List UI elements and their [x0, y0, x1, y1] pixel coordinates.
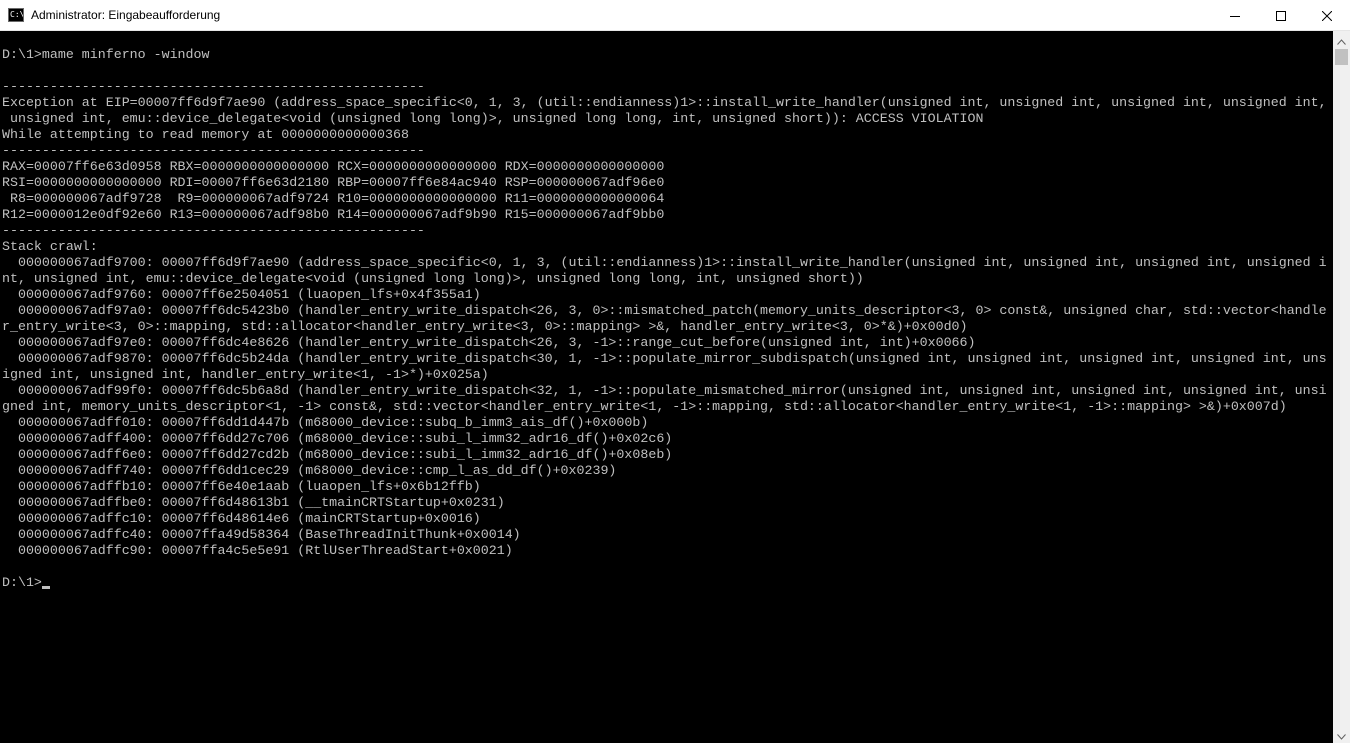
scroll-up-arrow-icon — [1337, 30, 1346, 49]
prompt-line[interactable]: D:\1> — [0, 575, 1333, 591]
console-line: Stack crawl: — [2, 239, 98, 254]
console-line: r_entry_write<3, 0>::mapping, std::alloc… — [2, 319, 968, 334]
close-button[interactable] — [1304, 0, 1350, 31]
console-line: 000000067adffbe0: 00007ff6d48613b1 (__tm… — [2, 495, 505, 510]
scroll-down-arrow-icon — [1337, 725, 1346, 744]
console-line: R12=0000012e0df92e60 R13=000000067adf98b… — [2, 207, 665, 222]
console-line: RAX=00007ff6e63d0958 RBX=000000000000000… — [2, 159, 665, 174]
console-line: 000000067adff010: 00007ff6dd1d447b (m680… — [2, 415, 649, 430]
console-line: ----------------------------------------… — [2, 223, 425, 238]
console-line: 000000067adffc10: 00007ff6d48614e6 (main… — [2, 511, 481, 526]
cmd-console-icon[interactable]: C:\ — [8, 8, 24, 22]
window-title: Administrator: Eingabeaufforderung — [31, 8, 221, 22]
console-output[interactable]: D:\1>mame minferno -window --------------… — [0, 31, 1333, 743]
vertical-scrollbar[interactable] — [1333, 31, 1350, 743]
title-bar[interactable]: C:\ Administrator: Eingabeaufforderung — [0, 0, 1350, 31]
console-line: ----------------------------------------… — [2, 79, 425, 94]
cmd-console-icon-label: C:\ — [10, 10, 24, 19]
console-line: R8=000000067adf9728 R9=000000067adf9724 … — [2, 191, 665, 206]
scrollbar-thumb[interactable] — [1335, 49, 1348, 65]
console-line: 000000067adf9700: 00007ff6d9f7ae90 (addr… — [2, 255, 1327, 270]
minimize-icon — [1230, 6, 1240, 25]
scroll-up-button[interactable] — [1333, 31, 1350, 48]
console-line: gned int, memory_units_descriptor<1, -1>… — [2, 399, 1287, 414]
console-line: 000000067adffc40: 00007ffa49d58364 (Base… — [2, 527, 521, 542]
command-prompt: D:\1> — [2, 575, 42, 590]
console-line: 000000067adf9760: 00007ff6e2504051 (luao… — [2, 287, 481, 302]
console-line: While attempting to read memory at 00000… — [2, 127, 409, 142]
maximize-button[interactable] — [1258, 0, 1304, 31]
close-icon — [1321, 6, 1333, 25]
minimize-button[interactable] — [1212, 0, 1258, 31]
text-cursor — [41, 586, 50, 589]
console-window: C:\ Administrator: Eingabeaufforderung D… — [0, 0, 1350, 743]
console-line: ----------------------------------------… — [2, 143, 425, 158]
console-line: 000000067adff400: 00007ff6dd27c706 (m680… — [2, 431, 673, 446]
console-line: 000000067adff740: 00007ff6dd1cec29 (m680… — [2, 463, 617, 478]
scroll-down-button[interactable] — [1333, 726, 1350, 743]
console-line: D:\1>mame minferno -window — [2, 47, 210, 62]
console-line: unsigned int, emu::device_delegate<void … — [2, 111, 984, 126]
console-line: RSI=0000000000000000 RDI=00007ff6e63d218… — [2, 175, 665, 190]
console-line: 000000067adff6e0: 00007ff6dd27cd2b (m680… — [2, 447, 673, 462]
console-line: igned int, unsigned int, handler_entry_w… — [2, 367, 489, 382]
maximize-icon — [1276, 6, 1286, 25]
console-line: Exception at EIP=00007ff6d9f7ae90 (addre… — [2, 95, 1327, 110]
console-line: 000000067adf97e0: 00007ff6dc4e8626 (hand… — [2, 335, 976, 350]
console-line: 000000067adf99f0: 00007ff6dc5b6a8d (hand… — [2, 383, 1327, 398]
console-line: 000000067adffc90: 00007ffa4c5e5e91 (RtlU… — [2, 543, 513, 558]
console-line: nt, unsigned int, emu::device_delegate<v… — [2, 271, 864, 286]
console-line: 000000067adf97a0: 00007ff6dc5423b0 (hand… — [2, 303, 1327, 318]
console-line: 000000067adffb10: 00007ff6e40e1aab (luao… — [2, 479, 481, 494]
console-line: 000000067adf9870: 00007ff6dc5b24da (hand… — [2, 351, 1327, 366]
